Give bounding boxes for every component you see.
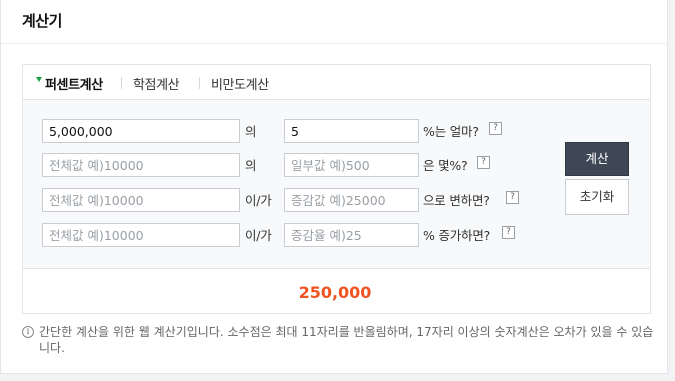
row2-total-input[interactable]	[42, 153, 240, 177]
page-title: 계산기	[22, 12, 62, 30]
info-icon: i	[22, 326, 34, 338]
row2-mid-label: 의	[245, 158, 257, 173]
notice-text: 간단한 계산을 위한 웹 계산기입니다. 소수점은 최대 11자리를 반올림하며…	[39, 325, 654, 355]
row1-total-input[interactable]	[42, 119, 240, 143]
row2-part-input[interactable]	[284, 153, 419, 177]
calculate-button[interactable]: 계산	[565, 142, 629, 176]
help-icon[interactable]: ?	[502, 226, 515, 239]
tab-bmi[interactable]: 비만도계산	[211, 74, 269, 93]
help-icon[interactable]: ?	[477, 156, 490, 169]
row3-total-input[interactable]	[42, 188, 240, 212]
form-area: 의 %는 얼마? ? 의 은 몇%? ? 이/가 으로 변하면? ? 이/가 %…	[23, 100, 650, 269]
row1-suffix-label: %는 얼마?	[423, 124, 479, 139]
tab-percent[interactable]: 퍼센트계산	[45, 74, 103, 93]
row4-total-input[interactable]	[42, 223, 240, 247]
row3-mid-label: 이/가	[245, 193, 272, 208]
calculator-panel: 퍼센트계산 학점계산 비만도계산 의 %는 얼마? ? 의 은 몇%? ? 이/…	[22, 64, 651, 314]
tab-grade[interactable]: 학점계산	[133, 74, 180, 93]
title-divider	[1, 43, 669, 44]
row4-suffix-label: % 증가하면?	[423, 228, 491, 243]
tab-divider	[121, 77, 122, 89]
row4-rate-input[interactable]	[284, 223, 419, 247]
tab-active-marker-icon	[36, 77, 42, 82]
tab-divider	[199, 77, 200, 89]
row1-percent-input[interactable]	[284, 119, 419, 143]
help-icon[interactable]: ?	[489, 122, 502, 135]
help-icon[interactable]: ?	[506, 191, 519, 204]
reset-button[interactable]: 초기화	[565, 179, 629, 215]
tab-bar: 퍼센트계산 학점계산 비만도계산	[23, 65, 650, 100]
row3-suffix-label: 으로 변하면?	[423, 193, 490, 208]
calculator-card: 계산기 퍼센트계산 학점계산 비만도계산 의 %는 얼마? ? 의 은 몇%? …	[0, 0, 669, 374]
row1-mid-label: 의	[245, 124, 257, 139]
result-value: 250,000	[298, 283, 372, 302]
row3-change-input[interactable]	[284, 188, 419, 212]
row4-mid-label: 이/가	[245, 228, 272, 243]
row2-suffix-label: 은 몇%?	[423, 158, 468, 173]
